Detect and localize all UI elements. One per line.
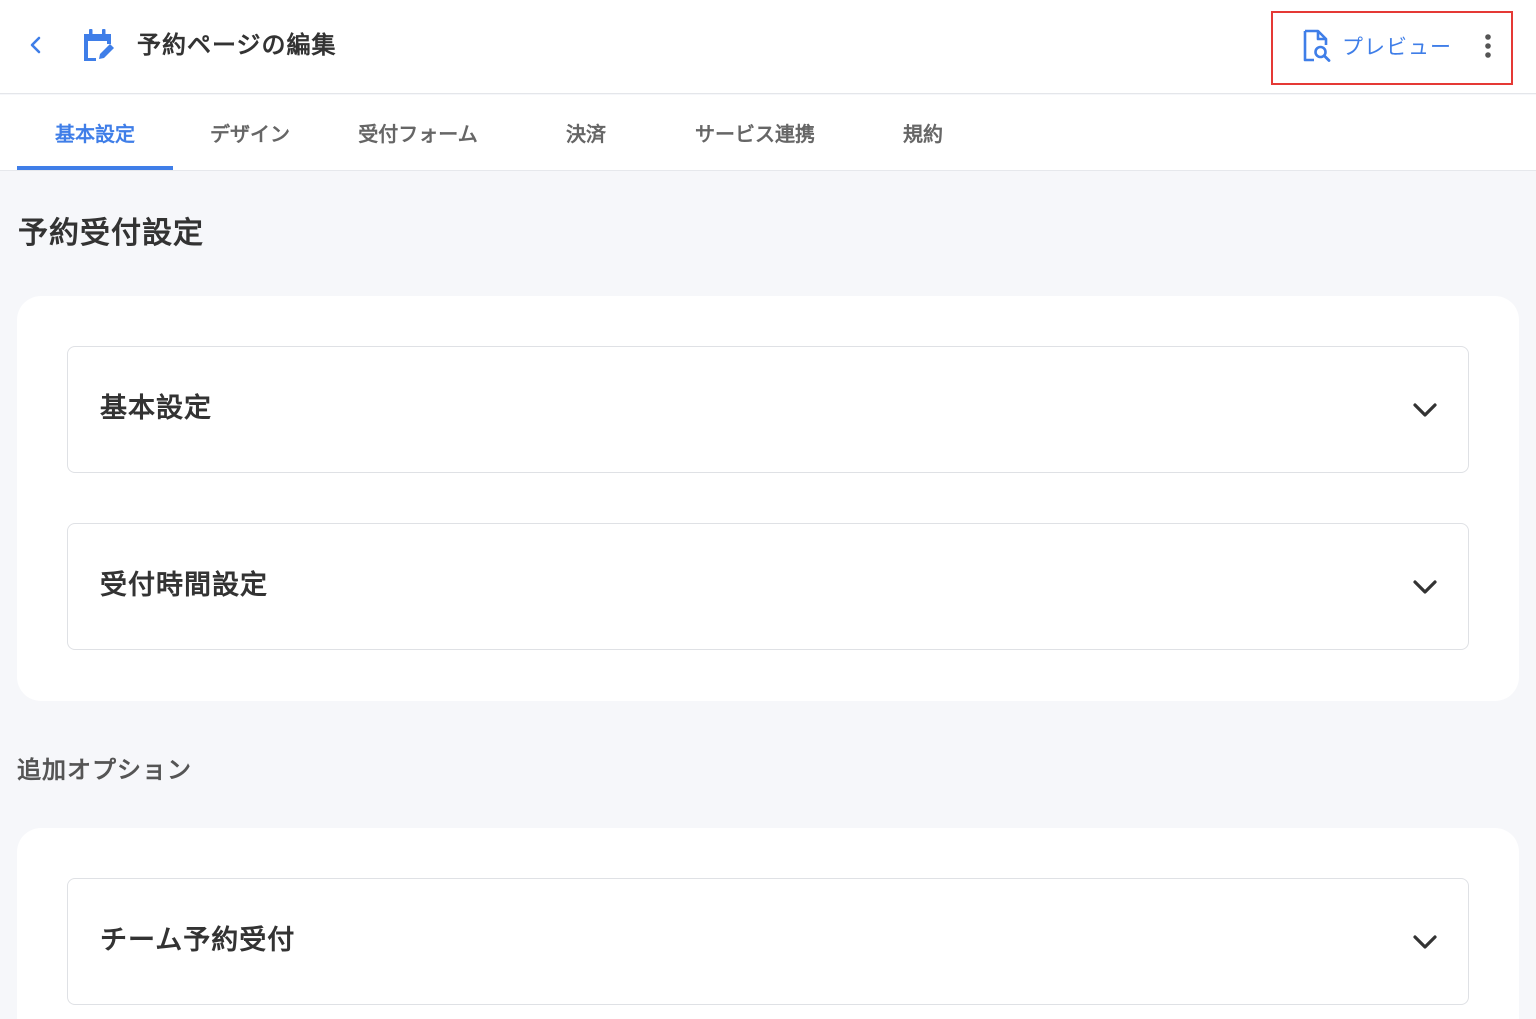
tab-bar: 基本設定 デザイン 受付フォーム 決済 サービス連携 規約 [0, 95, 1536, 171]
tab-terms[interactable]: 規約 [868, 95, 978, 170]
accordion-label: チーム予約受付 [100, 925, 296, 956]
options-section-title: 追加オプション [17, 756, 192, 784]
preview-button[interactable]: プレビュー [1298, 26, 1452, 66]
additional-options-card: チーム予約受付 [17, 828, 1519, 1019]
active-tab-indicator [17, 166, 173, 170]
chevron-down-icon [1413, 403, 1437, 417]
tab-payment[interactable]: 決済 [530, 95, 642, 170]
document-search-icon [1303, 29, 1331, 62]
tab-service-integration[interactable]: サービス連携 [672, 95, 838, 170]
accordion-label: 基本設定 [100, 393, 212, 424]
preview-label: プレビュー [1342, 35, 1452, 59]
chevron-down-icon [1413, 580, 1437, 594]
chevron-down-icon [1413, 935, 1437, 949]
tab-design[interactable]: デザイン [180, 95, 320, 170]
accordion-team-reservation[interactable]: チーム予約受付 [67, 878, 1469, 1005]
page-title: 予約ページの編集 [137, 31, 337, 59]
reception-settings-card: 基本設定 受付時間設定 [17, 296, 1519, 701]
more-vertical-icon [1485, 34, 1491, 58]
accordion-label: 受付時間設定 [100, 570, 268, 601]
more-options-button[interactable] [1472, 26, 1504, 66]
section-title: 予約受付設定 [18, 216, 204, 251]
tab-basic-settings[interactable]: 基本設定 [17, 95, 173, 170]
calendar-edit-icon [84, 29, 114, 61]
accordion-basic-settings[interactable]: 基本設定 [67, 346, 1469, 473]
tab-reception-form[interactable]: 受付フォーム [338, 95, 498, 170]
app-header: 予約ページの編集 プレビュー [0, 0, 1536, 94]
accordion-reception-time-settings[interactable]: 受付時間設定 [67, 523, 1469, 650]
chevron-left-icon [30, 36, 41, 54]
back-button[interactable] [16, 25, 56, 65]
